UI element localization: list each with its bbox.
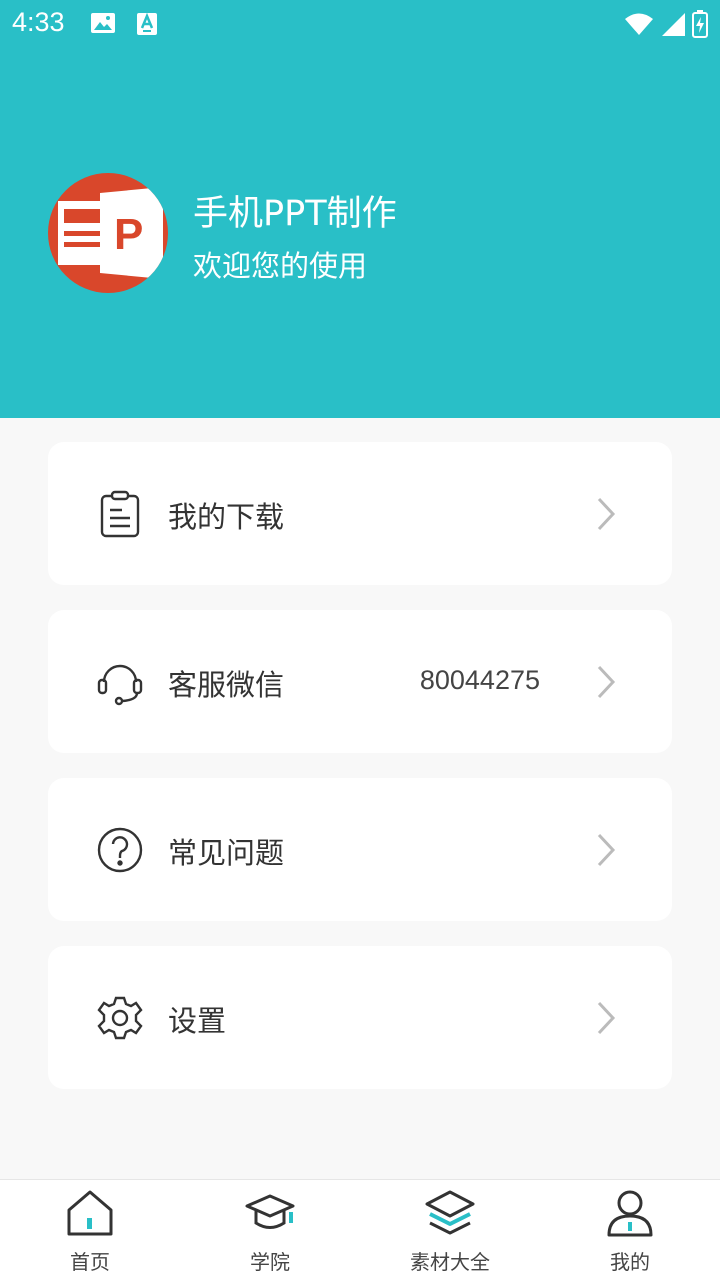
- wechat-id-value: 80044275: [419, 665, 540, 695]
- customer-service-label: 客服微信: [168, 668, 285, 702]
- status-bar: 4:33: [0, 0, 720, 48]
- bottom-navigation: 首页 学院 素材大全 我的: [0, 1179, 720, 1280]
- chevron-right-icon: [596, 497, 616, 531]
- nav-home[interactable]: 首页: [0, 1180, 180, 1280]
- faq-label: 常见问题: [168, 836, 285, 870]
- app-logo: P: [48, 173, 168, 293]
- my-downloads-label: 我的下载: [168, 500, 285, 534]
- svg-text:P: P: [114, 210, 143, 259]
- customer-service-wechat-item[interactable]: 客服微信 80044275: [48, 610, 672, 753]
- gallery-notification-icon: [90, 12, 116, 38]
- profile-header: 4:33 P 手机PPT制作 欢迎您的使用: [0, 0, 720, 418]
- layers-icon: [425, 1188, 475, 1238]
- signal-icon: [660, 11, 686, 41]
- status-time: 4:33: [12, 7, 65, 37]
- chevron-right-icon: [596, 833, 616, 867]
- nav-mine[interactable]: 我的: [540, 1180, 720, 1280]
- graduation-cap-icon: [245, 1188, 295, 1238]
- app-title: 手机PPT制作: [193, 194, 397, 234]
- chevron-right-icon: [596, 665, 616, 699]
- home-icon: [65, 1188, 115, 1238]
- nav-academy-label: 学院: [250, 1250, 290, 1274]
- gear-icon: [96, 994, 144, 1042]
- faq-item[interactable]: 常见问题: [48, 778, 672, 921]
- nav-home-label: 首页: [70, 1250, 110, 1274]
- nav-materials[interactable]: 素材大全: [360, 1180, 540, 1280]
- chevron-right-icon: [596, 1001, 616, 1035]
- my-downloads-item[interactable]: 我的下载: [48, 442, 672, 585]
- battery-icon: [692, 10, 708, 42]
- nav-materials-label: 素材大全: [410, 1250, 490, 1274]
- user-icon: [605, 1188, 655, 1238]
- question-circle-icon: [96, 826, 144, 874]
- settings-item[interactable]: 设置: [48, 946, 672, 1089]
- wifi-icon: [624, 12, 654, 40]
- clipboard-icon: [96, 490, 144, 538]
- app-notification-icon: [136, 12, 158, 40]
- headset-icon: [96, 658, 144, 706]
- welcome-subtitle: 欢迎您的使用: [193, 249, 368, 283]
- nav-mine-label: 我的: [610, 1250, 650, 1274]
- settings-label: 设置: [168, 1004, 227, 1038]
- nav-academy[interactable]: 学院: [180, 1180, 360, 1280]
